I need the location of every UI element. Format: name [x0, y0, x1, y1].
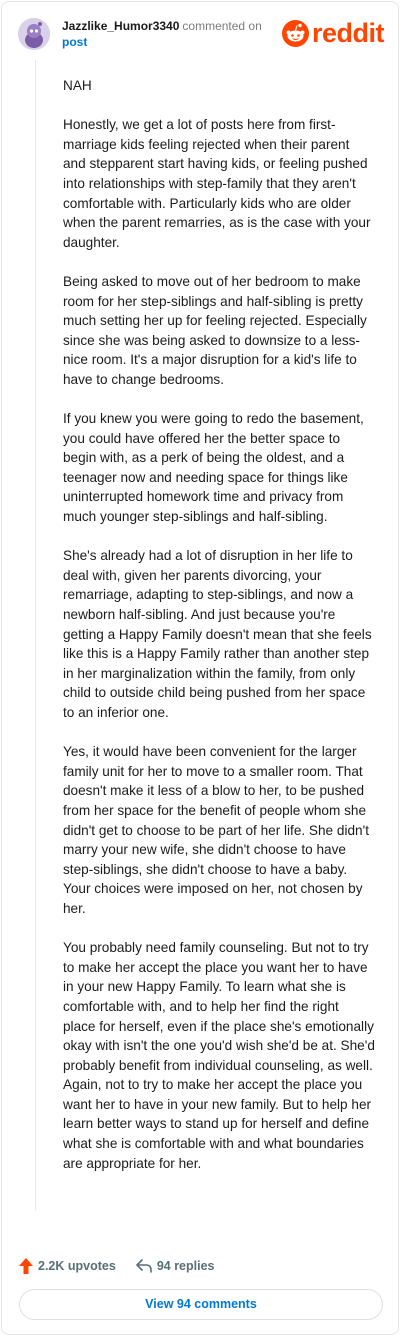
post-link[interactable]: post [62, 34, 262, 50]
comment-paragraph: If you knew you were going to redo the b… [63, 411, 364, 525]
replies-button[interactable]: 94 replies [136, 1259, 215, 1273]
comment-card: Jazzlike_Humor3340 commented on post redd… [1, 1, 399, 1335]
comment-actions: 2.2K upvotes 94 replies [19, 1256, 215, 1276]
reply-arrow-icon [136, 1259, 152, 1273]
username[interactable]: Jazzlike_Humor3340 [62, 19, 179, 33]
view-comments-button[interactable]: View 94 comments [19, 1289, 383, 1320]
avatar-icon [18, 18, 50, 50]
comment-paragraph: Being asked to move out of her bedroom t… [63, 273, 367, 387]
reddit-wordmark: reddit [311, 18, 385, 48]
comment-paragraph: Honestly, we get a lot of posts here fro… [63, 117, 371, 250]
avatar[interactable] [18, 18, 50, 50]
commented-on-text: commented on [182, 19, 262, 33]
comment-body: NAH Honestly, we get a lot of posts here… [63, 76, 375, 1193]
comment-header: Jazzlike_Humor3340 commented on post redd… [18, 16, 385, 56]
comment-paragraph: She's already had a lot of disruption in… [63, 548, 372, 720]
upvote-arrow-icon [19, 1258, 33, 1274]
comment-paragraph: You probably need family counseling. But… [63, 940, 375, 1171]
comment-meta: Jazzlike_Humor3340 commented on post [62, 18, 262, 50]
reddit-logo[interactable]: reddit [281, 18, 385, 48]
comment-paragraph: Yes, it would have been convenient for t… [63, 744, 369, 916]
comment-paragraph: NAH [63, 78, 92, 93]
reply-count: 94 replies [156, 1259, 215, 1273]
upvote-button[interactable]: 2.2K upvotes [19, 1258, 116, 1274]
reddit-snoo-icon [281, 19, 309, 47]
upvote-count: 2.2K upvotes [38, 1259, 116, 1273]
thread-line[interactable] [35, 60, 36, 1210]
